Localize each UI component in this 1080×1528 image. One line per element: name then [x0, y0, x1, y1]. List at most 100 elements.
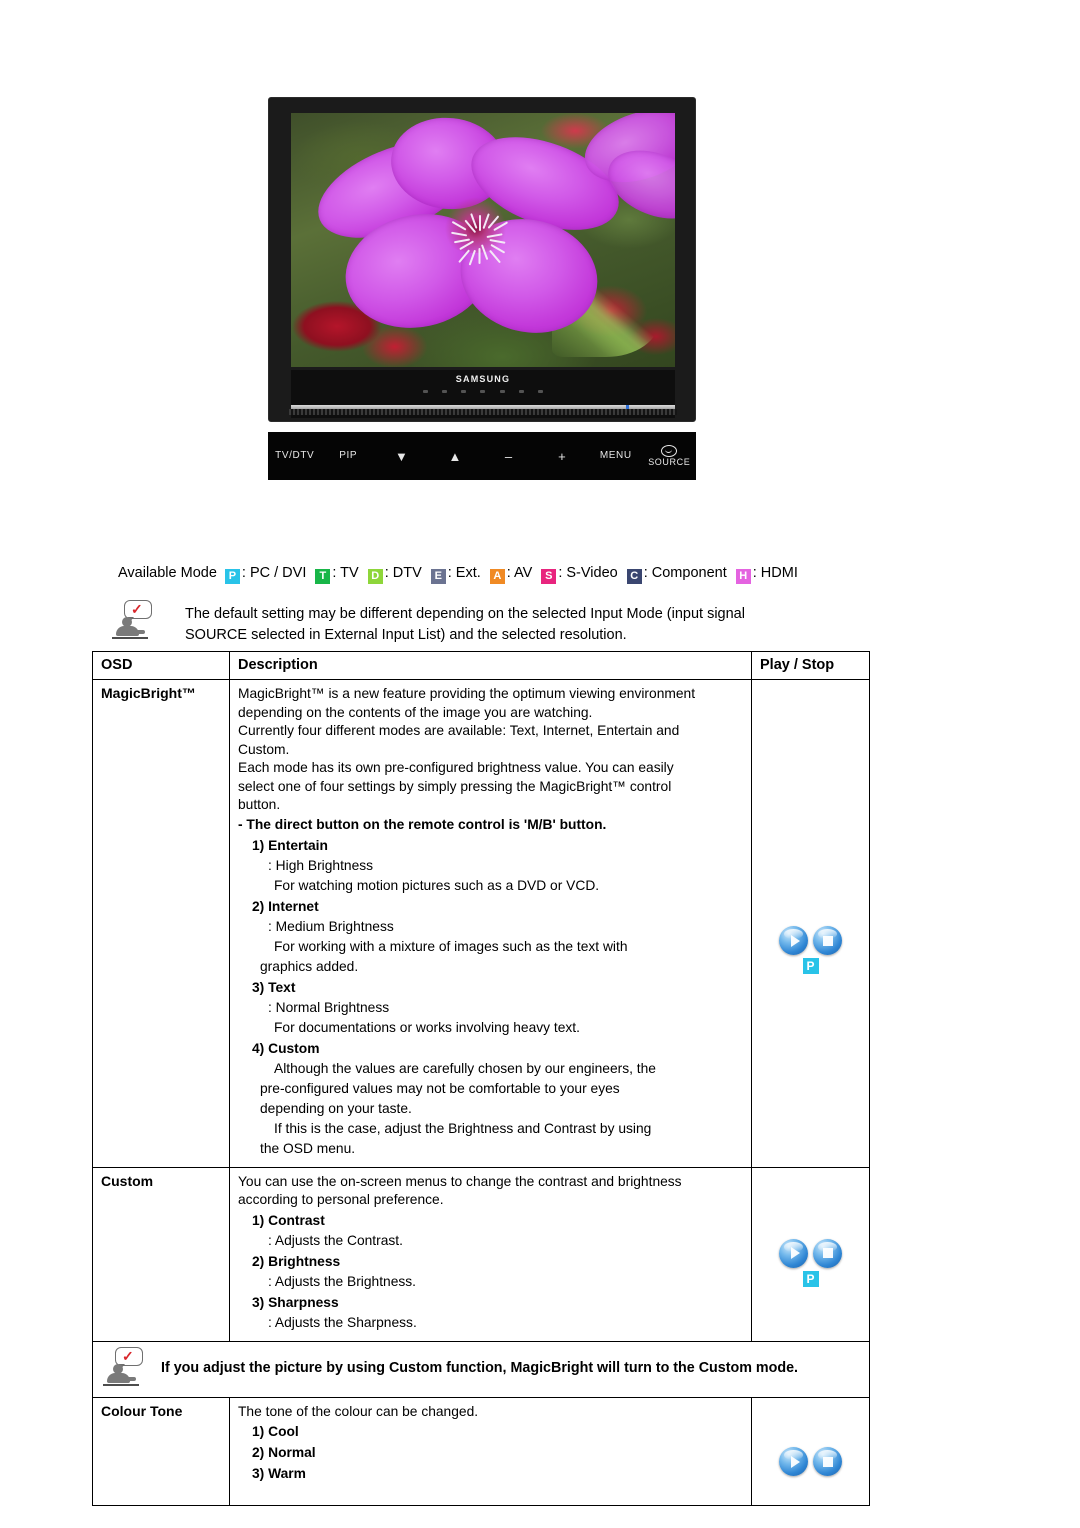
- table-row-inline-note: ✓ If you adjust the picture by using Cus…: [92, 1340, 870, 1398]
- cell-osd-colour-tone: Colour Tone: [92, 1396, 230, 1506]
- play-stop-group-custom: P: [760, 1228, 861, 1298]
- mb-mode-0-detail-0: For watching motion pictures such as a D…: [274, 877, 600, 893]
- mode-badge-a: A: [489, 569, 505, 584]
- mode-text-tv: : TV: [332, 565, 359, 581]
- play-stop-mode-badge-p: P: [802, 958, 819, 974]
- mb-mode-3-detail-4: the OSD menu.: [260, 1140, 356, 1156]
- mode-text-component: : Component: [643, 565, 727, 581]
- control-button-up-icon[interactable]: ▲: [429, 450, 483, 463]
- monitor-base-lip: [289, 409, 677, 415]
- mode-text-pc-dvi: : PC / DVI: [241, 565, 307, 581]
- table-header-row: OSD Description Play / Stop: [92, 651, 870, 680]
- cu-para-1: according to personal preference.: [238, 1192, 444, 1207]
- mode-text-av: : AV: [506, 565, 533, 581]
- stop-button-icon[interactable]: [813, 1447, 842, 1476]
- bezel-indicator-dots: [423, 388, 543, 395]
- play-stop-mode-badge-p: P: [802, 1270, 819, 1287]
- ct-para-0: The tone of the colour can be changed.: [238, 1403, 479, 1419]
- mb-mode-1-detail-0: For working with a mixture of images suc…: [274, 938, 628, 954]
- mode-text-ext: : Ext.: [447, 565, 481, 581]
- control-button-source[interactable]: SOURCE: [643, 445, 697, 467]
- cell-play-stop-magicbright: P: [751, 679, 870, 1168]
- flower-stamens: [437, 189, 521, 266]
- osd-settings-table: OSD Description Play / Stop MagicBright™…: [92, 651, 870, 1506]
- cu-item-2-title: 3) Sharpness: [252, 1294, 339, 1310]
- stop-button-icon[interactable]: [813, 926, 842, 955]
- cell-description-custom: You can use the on-screen menus to chang…: [229, 1166, 752, 1342]
- mb-mode-2-brightness: : Normal Brightness: [268, 999, 390, 1015]
- mode-badge-t: T: [315, 569, 331, 584]
- samsung-monitor-illustration: SAMSUNG TV/DTV PIP ▼ ▲ – + MENU SOURCE: [268, 97, 696, 483]
- mb-mode-1-brightness: : Medium Brightness: [268, 918, 394, 934]
- note-person-check-icon: ✓: [110, 600, 152, 642]
- mb-para-5: select one of four settings by simply pr…: [238, 778, 672, 794]
- mode-text-s-video: : S-Video: [558, 565, 618, 581]
- mb-mode-0-title: 1) Entertain: [252, 837, 328, 853]
- samsung-logo: SAMSUNG: [455, 374, 511, 384]
- play-button-icon[interactable]: [779, 1447, 808, 1476]
- ct-item-2-title: 3) Warm: [252, 1466, 306, 1481]
- control-button-menu[interactable]: MENU: [589, 451, 643, 461]
- monitor-control-bar: TV/DTV PIP ▼ ▲ – + MENU SOURCE: [268, 432, 696, 480]
- mode-badge-s: S: [541, 569, 557, 584]
- mode-badge-c: C: [626, 569, 642, 584]
- cell-description-magicbright: MagicBright™ is a new feature providing …: [229, 679, 752, 1168]
- play-button-icon[interactable]: [779, 1238, 808, 1268]
- mb-mode-0-brightness: : High Brightness: [268, 857, 374, 873]
- mb-para-2: Currently four different modes are avail…: [238, 723, 680, 738]
- table-row-colour-tone: Colour Tone The tone of the colour can b…: [92, 1396, 870, 1506]
- control-button-source-label: SOURCE: [648, 457, 691, 467]
- cu-item-2-desc: : Adjusts the Sharpness.: [268, 1314, 417, 1330]
- mb-mode-3-detail-0: Although the values are carefully chosen…: [274, 1060, 656, 1076]
- mb-mode-2-detail-0: For documentations or works involving he…: [274, 1019, 580, 1035]
- mb-mode-3-detail-1: pre-configured values may not be comfort…: [260, 1080, 620, 1096]
- cu-item-0-desc: : Adjusts the Contrast.: [268, 1232, 403, 1248]
- cell-play-stop-custom: P: [751, 1166, 870, 1342]
- mode-text-hdmi: : HDMI: [752, 565, 798, 581]
- monitor-body: SAMSUNG: [268, 97, 696, 422]
- mode-legend-component: C: Component: [626, 563, 727, 584]
- mb-mode-3-detail-3: If this is the case, adjust the Brightne…: [274, 1120, 652, 1136]
- source-ring-icon: [661, 445, 678, 457]
- mb-remote-note: - The direct button on the remote contro…: [238, 816, 607, 832]
- mb-para-4: Each mode has its own pre-configured bri…: [238, 760, 674, 775]
- mode-badge-d: D: [367, 569, 383, 584]
- cell-osd-custom: Custom: [92, 1166, 230, 1342]
- header-description: Description: [229, 651, 752, 680]
- control-button-down-icon[interactable]: ▼: [375, 450, 429, 463]
- cell-play-stop-colour-tone: [751, 1396, 870, 1506]
- ct-item-1-title: 2) Normal: [252, 1445, 316, 1460]
- mode-text-dtv: : DTV: [384, 565, 422, 581]
- default-setting-note: ✓ The default setting may be different d…: [110, 600, 870, 646]
- control-button-pip[interactable]: PIP: [322, 451, 376, 461]
- mb-mode-2-title: 3) Text: [252, 979, 296, 995]
- play-button-icon[interactable]: [779, 926, 808, 955]
- control-button-tv-dtv[interactable]: TV/DTV: [268, 451, 322, 461]
- available-mode-legend: Available Mode P: PC / DVI T: TV D: DTV E: E…: [118, 563, 807, 584]
- control-button-plus-icon[interactable]: +: [536, 450, 590, 463]
- available-mode-label: Available Mode: [118, 565, 217, 581]
- cell-osd-magicbright: MagicBright™: [92, 679, 230, 1168]
- mb-para-0: MagicBright™ is a new feature providing …: [238, 686, 696, 701]
- stop-button-icon[interactable]: [813, 1238, 842, 1268]
- play-stop-group-colour-tone: [760, 1427, 861, 1497]
- mode-badge-p: P: [224, 569, 240, 584]
- mode-legend-tv: T: TV: [315, 563, 359, 584]
- mb-para-3: Custom.: [238, 741, 290, 757]
- cell-description-colour-tone: The tone of the colour can be changed. 1…: [229, 1396, 752, 1506]
- cell-inline-note: ✓ If you adjust the picture by using Cus…: [92, 1340, 870, 1398]
- mode-legend-av: A: AV: [489, 563, 533, 584]
- header-osd: OSD: [92, 651, 230, 680]
- monitor-screen: [291, 113, 675, 367]
- mb-para-6: button.: [238, 797, 281, 812]
- mode-badge-h: H: [735, 569, 751, 584]
- table-row-custom: Custom You can use the on-screen menus t…: [92, 1166, 870, 1342]
- cu-item-1-desc: : Adjusts the Brightness.: [268, 1273, 417, 1289]
- mb-mode-3-detail-2: depending on your taste.: [260, 1100, 412, 1116]
- cu-item-1-title: 2) Brightness: [252, 1253, 341, 1269]
- mb-mode-1-title: 2) Internet: [252, 898, 319, 914]
- note-line-1: The default setting may be different dep…: [185, 606, 745, 622]
- control-button-minus-icon[interactable]: –: [482, 450, 536, 463]
- mode-legend-s-video: S: S-Video: [541, 563, 618, 584]
- mode-legend-dtv: D: DTV: [367, 563, 422, 584]
